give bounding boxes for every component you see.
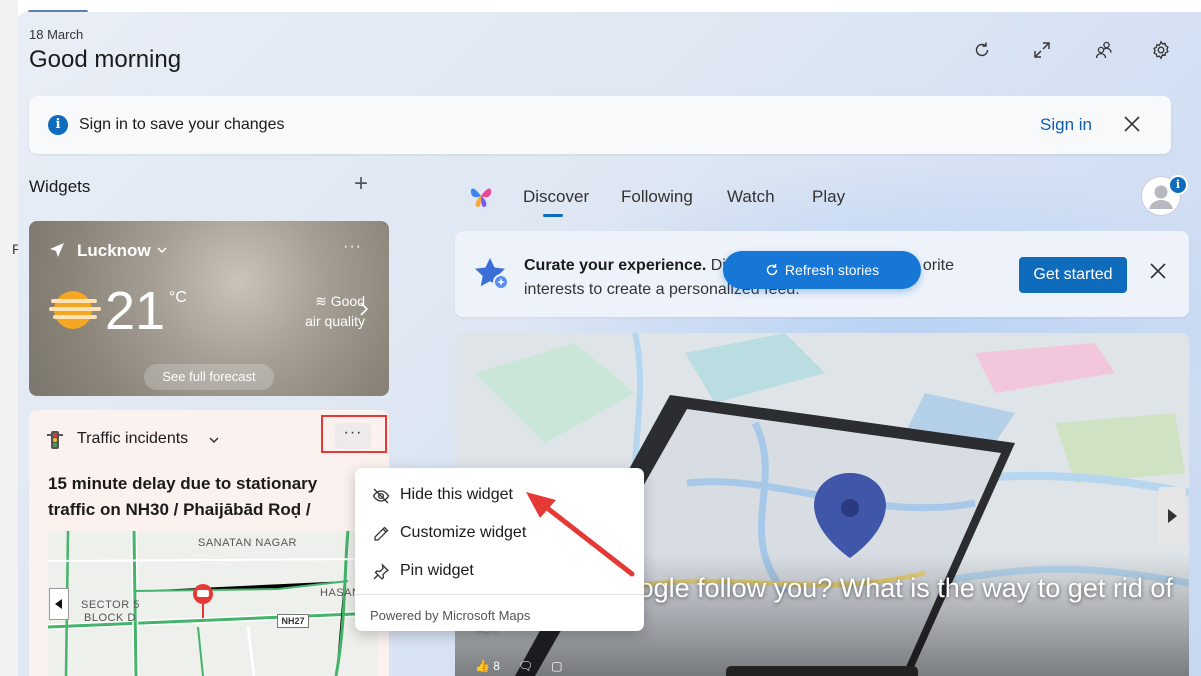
- map-scroll-left-button[interactable]: [49, 588, 69, 620]
- traffic-title: Traffic incidents: [77, 430, 189, 447]
- map-label-sanatan: SANATAN NAGAR: [198, 537, 297, 549]
- weather-unit: °C: [169, 289, 187, 306]
- refresh-stories-button[interactable]: Refresh stories: [723, 251, 921, 289]
- active-tab-indicator: [543, 214, 563, 217]
- signin-message: Sign in to save your changes: [79, 116, 285, 133]
- like-count: 8: [493, 659, 500, 673]
- annotation-arrow: [526, 492, 635, 577]
- air-quality-caption: air quality: [305, 313, 365, 329]
- menu-item-label: Pin widget: [400, 562, 474, 579]
- carousel-indicator[interactable]: [726, 666, 918, 676]
- see-full-forecast-button[interactable]: See full forecast: [144, 364, 274, 390]
- map-label-block: BLOCK D: [84, 612, 136, 624]
- info-icon: i: [48, 115, 68, 135]
- tab-watch[interactable]: Watch: [727, 187, 775, 207]
- traffic-map[interactable]: SANATAN NAGAR SECTOR 5 BLOCK D HASAN NH2…: [48, 531, 378, 676]
- weather-widget[interactable]: Lucknow ··· 21 °C ≋ Good air quality See…: [29, 221, 389, 396]
- story-next-button[interactable]: [1158, 487, 1186, 545]
- caret-left-icon: [55, 599, 62, 609]
- air-quality-icon: ≋: [315, 293, 331, 309]
- refresh-icon: [766, 264, 778, 276]
- like-icon[interactable]: 👍 8: [475, 659, 500, 673]
- gear-icon[interactable]: [1150, 39, 1172, 61]
- tab-play[interactable]: Play: [812, 187, 845, 207]
- expand-icon[interactable]: [1031, 39, 1053, 61]
- caret-right-icon: [1168, 509, 1177, 523]
- pin-icon: [373, 563, 390, 580]
- get-started-button[interactable]: Get started: [1019, 257, 1127, 293]
- menu-footer: Powered by Microsoft Maps: [370, 608, 531, 623]
- tab-following[interactable]: Following: [621, 187, 693, 207]
- refresh-stories-label: Refresh stories: [784, 262, 880, 278]
- map-label-sector: SECTOR 5: [81, 599, 140, 611]
- signin-banner: i Sign in to save your changes Sign in: [29, 96, 1171, 154]
- avatar-info-badge: i: [1168, 175, 1188, 195]
- chevron-down-icon[interactable]: [155, 243, 169, 257]
- menu-divider: [355, 594, 644, 595]
- people-icon[interactable]: [1093, 39, 1115, 61]
- comment-icon[interactable]: 🗨: [518, 659, 533, 673]
- pencil-icon: [374, 526, 389, 541]
- menu-item-label: Hide this widget: [400, 486, 513, 503]
- story-reactions: 👍 8 🗨 ▢: [475, 659, 563, 673]
- eye-off-icon: [372, 488, 390, 504]
- menu-item-label: Customize widget: [400, 524, 527, 541]
- copilot-logo-icon[interactable]: [468, 183, 494, 209]
- traffic-more-button[interactable]: ···: [335, 423, 371, 449]
- refresh-icon[interactable]: [971, 39, 993, 61]
- widgets-section-title: Widgets: [29, 177, 91, 196]
- weather-temperature: 21: [105, 281, 166, 341]
- share-icon[interactable]: ▢: [551, 659, 562, 673]
- close-icon[interactable]: [1121, 113, 1143, 135]
- chevron-down-icon[interactable]: [207, 433, 221, 447]
- signin-link[interactable]: Sign in: [1040, 115, 1092, 135]
- highway-shield: NH27: [277, 614, 309, 628]
- weather-more-button[interactable]: ···: [343, 238, 362, 256]
- close-icon[interactable]: [1148, 261, 1168, 281]
- sparkle-star-icon: [475, 258, 509, 290]
- sun-haze-icon: [49, 291, 101, 329]
- traffic-light-icon: [47, 431, 63, 449]
- tab-discover[interactable]: Discover: [523, 187, 589, 207]
- background-window-edge: P: [0, 0, 88, 676]
- add-widget-button[interactable]: +: [354, 172, 368, 196]
- date-label: 18 March: [29, 27, 84, 42]
- chevron-right-icon[interactable]: [356, 301, 370, 317]
- greeting-title: Good morning: [29, 46, 182, 73]
- traffic-headline[interactable]: 15 minute delay due to stationary traffi…: [48, 471, 368, 523]
- location-arrow-icon: [50, 243, 64, 257]
- air-quality-label[interactable]: ≋ Good air quality: [295, 291, 365, 331]
- weather-city: Lucknow: [77, 241, 151, 260]
- traffic-widget[interactable]: Traffic incidents ··· 15 minute delay du…: [29, 410, 389, 676]
